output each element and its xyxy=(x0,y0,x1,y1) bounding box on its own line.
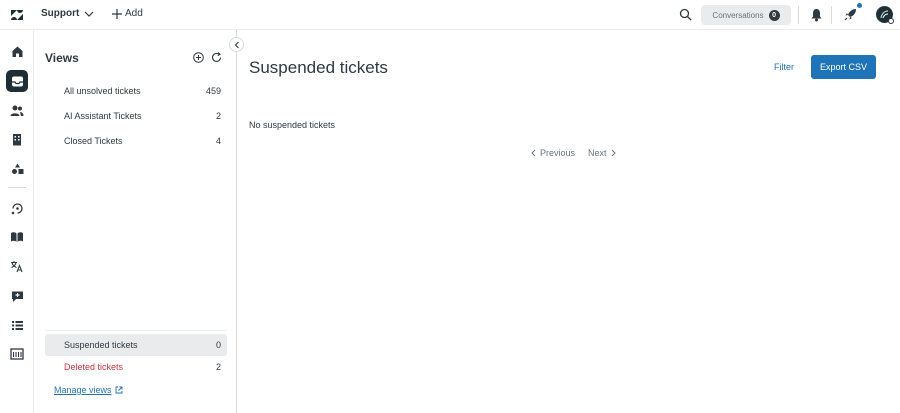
views-divider xyxy=(45,330,227,331)
topbar-divider xyxy=(798,6,799,24)
view-item-label: Closed Tickets xyxy=(64,136,123,146)
rocket-icon[interactable] xyxy=(843,7,858,22)
view-item-count: 2 xyxy=(215,111,221,121)
add-circle-icon[interactable] xyxy=(193,52,204,63)
previous-page-button[interactable]: Previous xyxy=(531,148,575,158)
view-item-ai-assistant[interactable]: AI Assistant Tickets 2 xyxy=(45,105,227,127)
reporting-icon[interactable] xyxy=(6,314,28,336)
manage-views-link[interactable]: Manage views xyxy=(54,385,123,395)
nav-divider xyxy=(8,187,26,188)
empty-state-message: No suspended tickets xyxy=(249,120,336,130)
view-item-count: 4 xyxy=(215,136,221,146)
chevron-left-icon xyxy=(234,41,240,49)
views-panel: Views All unsolved tickets 459 AI Assist… xyxy=(35,30,237,413)
export-csv-button[interactable]: Export CSV xyxy=(811,55,876,79)
view-item-count: 0 xyxy=(215,340,221,350)
conversations-label: Conversations xyxy=(712,10,764,20)
bell-icon[interactable] xyxy=(810,8,823,22)
search-icon[interactable] xyxy=(679,8,692,21)
view-item-count: 2 xyxy=(215,362,221,372)
view-item-label: All unsolved tickets xyxy=(64,86,141,96)
conversations-count-badge: 0 xyxy=(768,9,780,21)
top-bar: Support Add Conversations 0 xyxy=(0,0,900,30)
organizations-icon[interactable] xyxy=(6,128,28,150)
view-item-count: 459 xyxy=(205,86,221,96)
previous-label: Previous xyxy=(540,148,576,158)
knowledge-icon[interactable] xyxy=(6,226,28,248)
collapse-panel-button[interactable] xyxy=(229,37,244,52)
view-item-label: Deleted tickets xyxy=(64,362,124,372)
home-icon[interactable] xyxy=(6,40,28,62)
view-item-suspended[interactable]: Suspended tickets 0 xyxy=(45,334,227,356)
customers-icon[interactable] xyxy=(6,99,28,121)
views-title: Views xyxy=(45,51,79,65)
refresh-icon[interactable] xyxy=(211,52,222,63)
view-item-label: Suspended tickets xyxy=(64,340,138,350)
explore-icon[interactable] xyxy=(6,197,28,219)
chevron-down-icon xyxy=(84,11,94,17)
chevron-left-icon xyxy=(531,149,536,157)
external-link-icon xyxy=(115,386,123,394)
view-item-label: AI Assistant Tickets xyxy=(64,111,142,121)
filter-button[interactable]: Filter xyxy=(764,56,804,78)
view-item-closed[interactable]: Closed Tickets 4 xyxy=(45,130,227,152)
avatar-status-indicator xyxy=(888,18,894,24)
zendesk-logo-icon[interactable] xyxy=(9,7,25,23)
next-label: Next xyxy=(588,148,607,158)
objects-icon[interactable] xyxy=(6,157,28,179)
translate-icon[interactable] xyxy=(6,255,28,277)
plus-icon xyxy=(112,8,122,19)
next-page-button[interactable]: Next xyxy=(588,148,616,158)
feedback-icon[interactable] xyxy=(6,285,28,307)
primary-nav xyxy=(0,30,34,413)
chevron-right-icon xyxy=(611,149,616,157)
notification-dot xyxy=(857,3,862,8)
add-button[interactable]: Add xyxy=(112,8,143,19)
manage-views-label: Manage views xyxy=(54,385,112,395)
view-item-deleted[interactable]: Deleted tickets 2 xyxy=(45,356,227,378)
add-label: Add xyxy=(125,8,143,19)
conversations-button[interactable]: Conversations 0 xyxy=(701,5,791,25)
tickets-icon[interactable] xyxy=(6,70,28,92)
page-title: Suspended tickets xyxy=(249,58,388,77)
view-item-all-unsolved[interactable]: All unsolved tickets 459 xyxy=(45,80,227,102)
product-name: Support xyxy=(41,8,80,19)
admin-icon[interactable] xyxy=(6,343,28,365)
product-switcher[interactable]: Support xyxy=(41,8,94,19)
topbar-divider xyxy=(831,6,832,24)
